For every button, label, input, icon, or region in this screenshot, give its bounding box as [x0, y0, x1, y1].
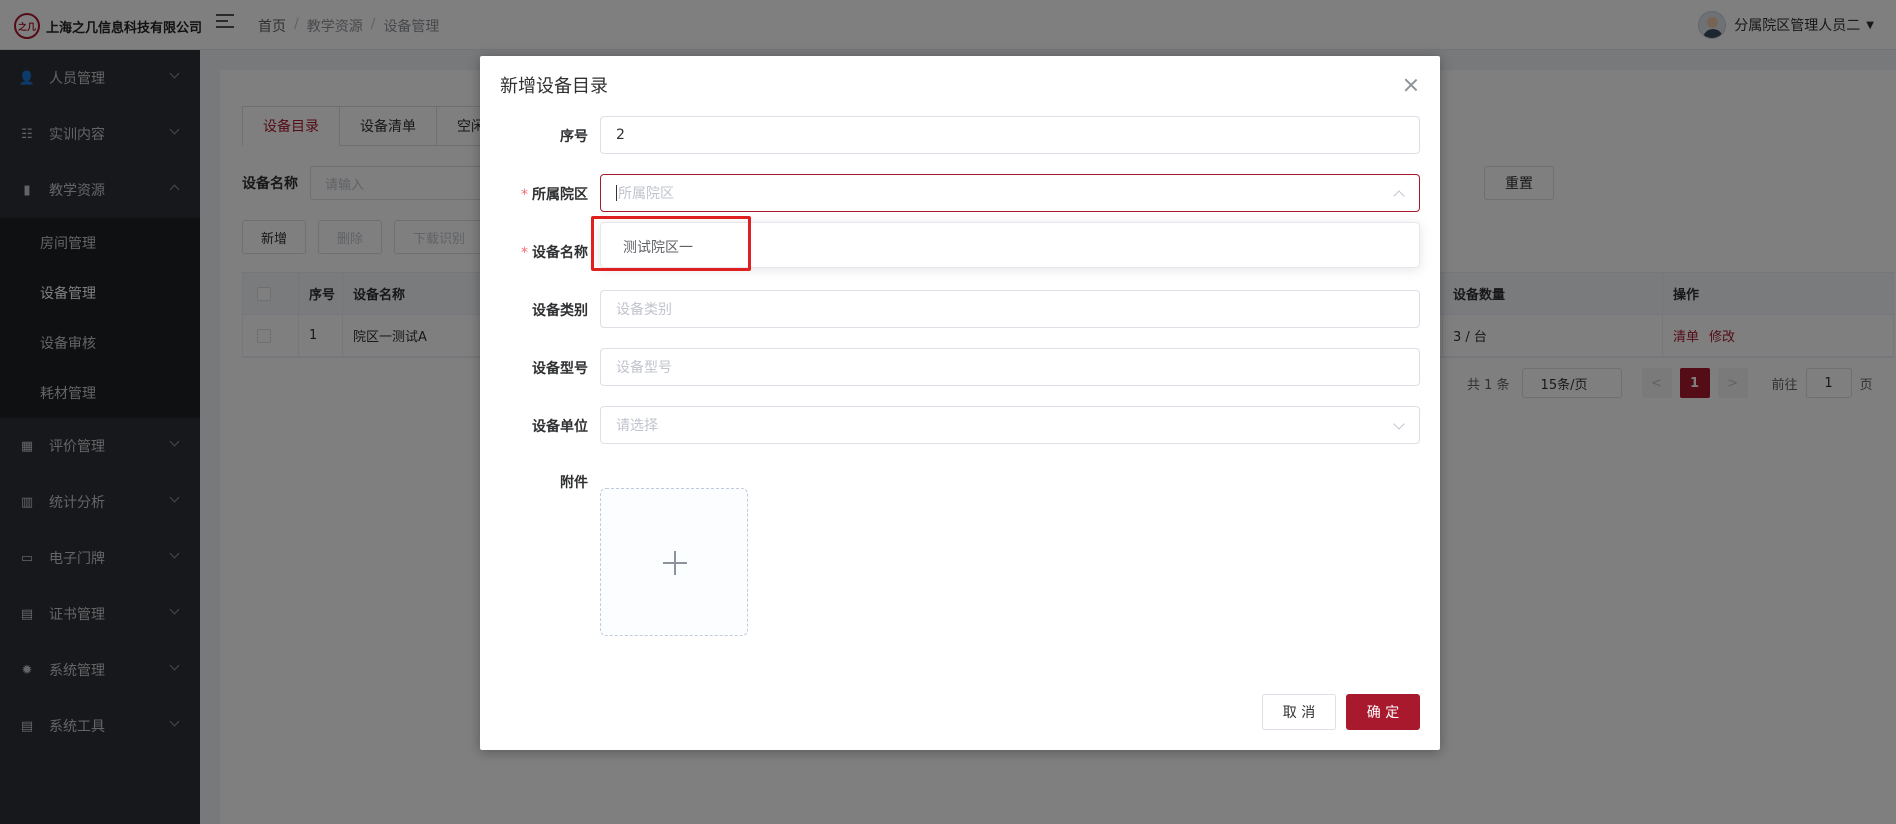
- plus-icon-vertical: [674, 551, 676, 575]
- model-placeholder: 设备型号: [616, 360, 672, 376]
- form-row-category: 设备类别 设备类别: [480, 290, 1440, 328]
- text-cursor: [616, 185, 617, 201]
- campus-select[interactable]: 所属院区: [600, 174, 1420, 212]
- attachment-label: 附件: [560, 475, 588, 491]
- campus-label-text: 所属院区: [532, 187, 588, 203]
- form-row-index: 序号 2: [480, 116, 1440, 154]
- model-label: 设备型号: [532, 361, 588, 377]
- chevron-up-icon: [1393, 190, 1405, 202]
- cancel-button[interactable]: 取 消: [1262, 694, 1336, 730]
- index-label: 序号: [560, 129, 588, 145]
- required-mark: *: [521, 245, 528, 261]
- form-row-model: 设备型号 设备型号: [480, 348, 1440, 386]
- campus-label: * 所属院区: [468, 184, 588, 204]
- highlight-annotation: [591, 216, 751, 271]
- device-name-label-text: 设备名称: [532, 245, 588, 261]
- unit-label: 设备单位: [532, 419, 588, 435]
- add-device-catalog-dialog: 新增设备目录 序号 2 * 所属院区 所属院区 * 设备名称 设备类别 设备类别 设…: [480, 56, 1440, 750]
- dialog-title: 新增设备目录: [500, 76, 608, 97]
- category-input[interactable]: 设备类别: [600, 290, 1420, 328]
- required-mark: *: [521, 187, 528, 203]
- campus-placeholder: 所属院区: [618, 186, 674, 202]
- unit-placeholder: 请选择: [616, 418, 658, 434]
- attachment-upload[interactable]: [600, 488, 748, 636]
- confirm-button[interactable]: 确 定: [1346, 694, 1420, 730]
- form-row-unit: 设备单位 请选择: [480, 406, 1440, 444]
- chevron-down-icon: [1393, 418, 1405, 430]
- form-row-campus: * 所属院区 所属院区: [480, 174, 1440, 212]
- close-icon[interactable]: [1404, 78, 1418, 92]
- category-placeholder: 设备类别: [616, 302, 672, 318]
- unit-select[interactable]: 请选择: [600, 406, 1420, 444]
- device-name-label: * 设备名称: [468, 242, 588, 262]
- model-input[interactable]: 设备型号: [600, 348, 1420, 386]
- index-input[interactable]: 2: [600, 116, 1420, 154]
- category-label: 设备类别: [532, 303, 588, 319]
